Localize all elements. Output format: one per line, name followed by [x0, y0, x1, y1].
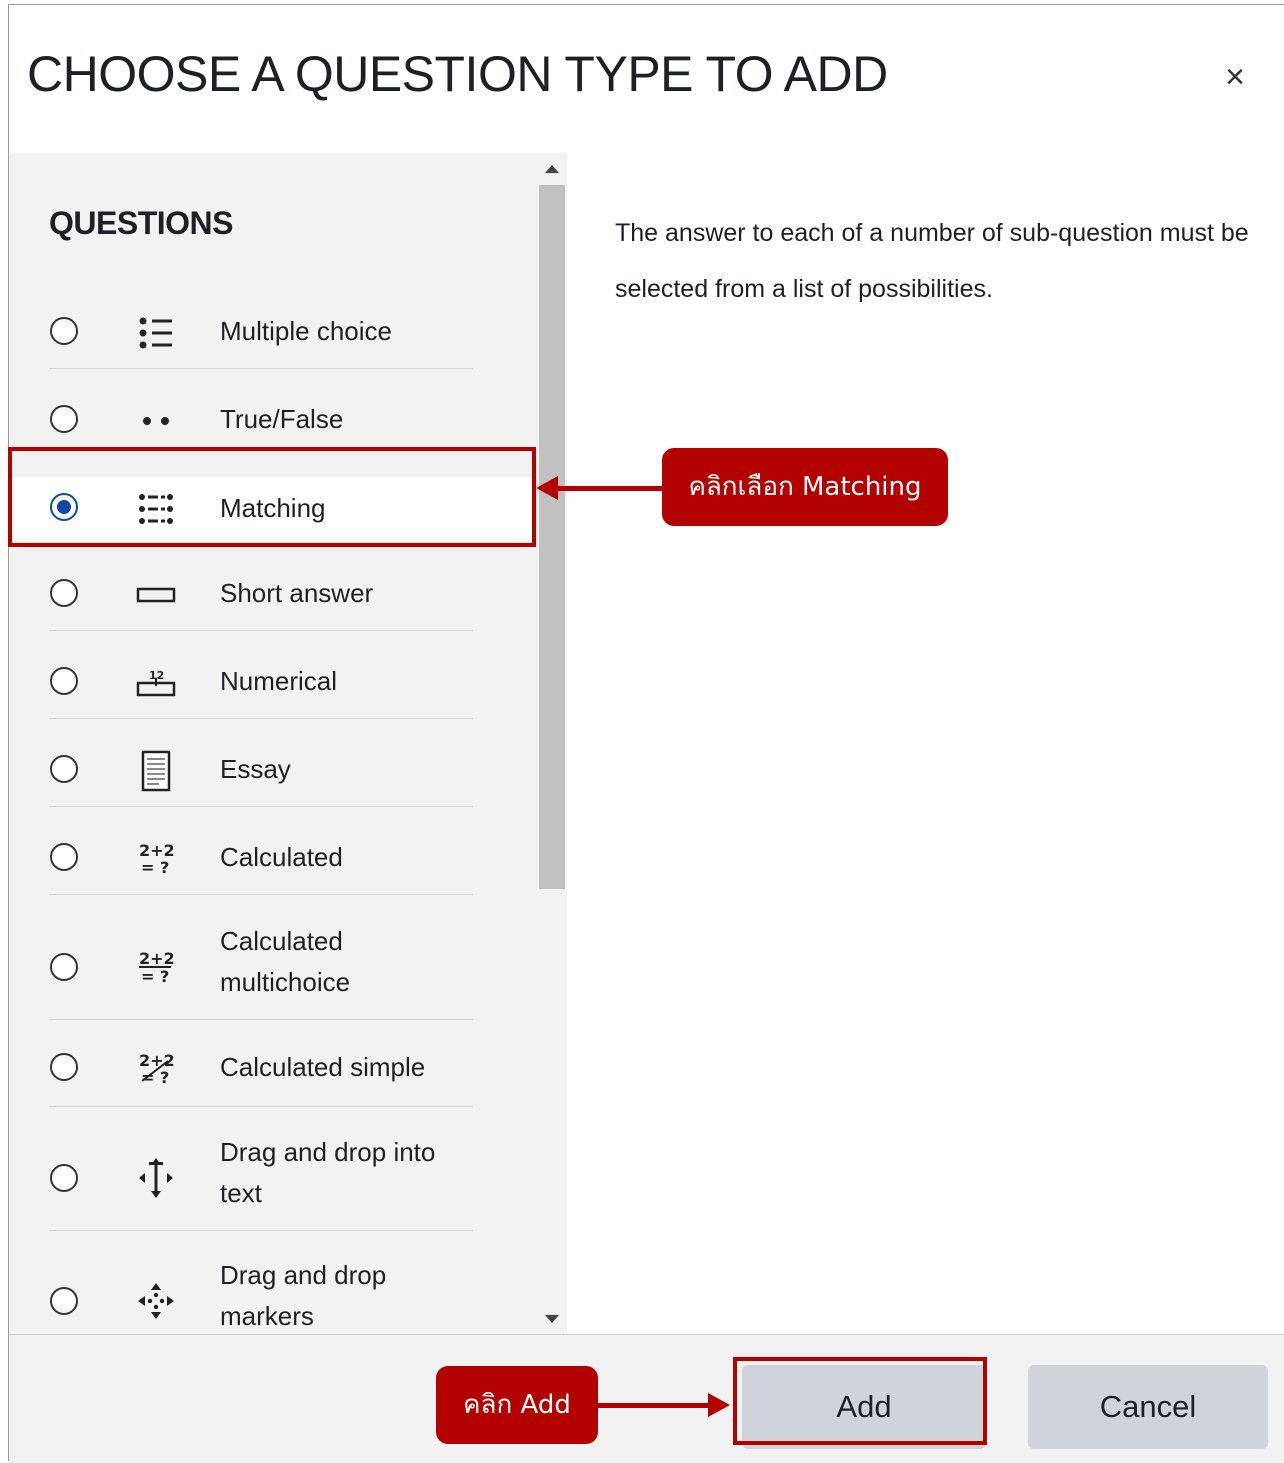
option-label: Short answer	[220, 578, 374, 608]
scrollbar-thumb[interactable]	[539, 185, 565, 889]
radio-matching[interactable]	[50, 493, 78, 521]
matching-arrow-head	[536, 476, 558, 500]
scroll-up-icon[interactable]	[545, 165, 559, 173]
dialog-header: CHOOSE A QUESTION TYPE TO ADD ×	[9, 5, 1284, 154]
divider	[49, 894, 473, 895]
essay-icon	[134, 749, 178, 793]
add-arrow-head	[708, 1393, 730, 1417]
close-icon[interactable]: ×	[1219, 55, 1251, 99]
radio-calculated-multichoice[interactable]	[50, 953, 78, 981]
matching-icon	[134, 487, 178, 531]
option-label: Essay	[220, 754, 291, 784]
option-essay[interactable]: Essay	[9, 741, 539, 801]
option-short-answer[interactable]: Short answer	[9, 565, 539, 625]
option-label-line1: Calculated	[220, 926, 343, 956]
option-drag-drop-markers[interactable]: Drag and drop markers	[9, 1249, 539, 1334]
divider	[49, 630, 473, 631]
drag-drop-markers-icon	[134, 1279, 178, 1323]
drag-drop-text-icon	[134, 1156, 178, 1200]
dialog-footer: Add Cancel	[9, 1334, 1284, 1463]
option-label: Multiple choice	[220, 316, 392, 346]
option-drag-drop-text[interactable]: Drag and drop into text	[9, 1126, 539, 1230]
multiple-choice-icon	[134, 311, 178, 355]
questions-section-title: QUESTIONS	[49, 205, 233, 241]
calculated-icon: 2+2 = ?	[134, 837, 178, 881]
matching-arrow-line	[556, 486, 664, 491]
cancel-button[interactable]: Cancel	[1028, 1365, 1268, 1449]
radio-true-false[interactable]	[50, 405, 78, 433]
add-arrow-line	[598, 1403, 710, 1408]
option-label-line2: markers	[220, 1301, 314, 1331]
svg-text:= ?: = ?	[141, 858, 169, 877]
radio-numerical[interactable]	[50, 667, 78, 695]
option-label-line2: multichoice	[220, 967, 351, 997]
question-type-description: The answer to each of a number of sub-qu…	[615, 219, 1249, 303]
option-label: True/False	[220, 404, 344, 434]
description-panel: The answer to each of a number of sub-qu…	[567, 153, 1284, 1334]
divider	[49, 718, 473, 719]
option-true-false[interactable]: True/False	[9, 391, 539, 451]
option-label: Calculated simple	[220, 1052, 426, 1082]
option-multiple-choice[interactable]: Multiple choice	[9, 303, 539, 363]
dialog-title: CHOOSE A QUESTION TYPE TO ADD	[27, 46, 888, 102]
option-calculated[interactable]: 2+2 = ? Calculated	[9, 829, 539, 889]
option-matching[interactable]: Matching	[9, 477, 535, 541]
short-answer-icon	[134, 573, 178, 617]
svg-text:2+2: 2+2	[139, 949, 175, 968]
option-calculated-multichoice[interactable]: 2+2 = ? Calculated multichoice	[9, 915, 539, 1019]
option-label-line2: text	[220, 1178, 262, 1208]
calculated-simple-icon: 2+2 = ?	[134, 1047, 178, 1091]
svg-text:= ?: = ?	[141, 967, 169, 986]
numerical-icon: 12	[134, 661, 178, 705]
divider	[49, 1019, 473, 1020]
radio-essay[interactable]	[50, 755, 78, 783]
add-button[interactable]: Add	[742, 1365, 986, 1449]
option-label: Matching	[220, 493, 326, 523]
add-callout: คลิก Add	[436, 1366, 598, 1444]
option-label: Numerical	[220, 666, 338, 696]
divider	[49, 1230, 473, 1231]
question-types-panel: QUESTIONS Multiple choice True/False Mat…	[9, 153, 567, 1334]
divider	[49, 368, 473, 369]
option-label-line1: Drag and drop into	[220, 1137, 436, 1167]
radio-calculated-simple[interactable]	[50, 1053, 78, 1081]
divider	[49, 806, 473, 807]
radio-multiple-choice[interactable]	[50, 317, 78, 345]
radio-drag-drop-markers[interactable]	[50, 1287, 78, 1315]
option-numerical[interactable]: 12 Numerical	[9, 653, 539, 713]
radio-calculated[interactable]	[50, 843, 78, 871]
calculated-multichoice-icon: 2+2 = ?	[134, 945, 178, 989]
option-label-line1: Drag and drop	[220, 1260, 387, 1290]
radio-short-answer[interactable]	[50, 579, 78, 607]
true-false-icon	[134, 399, 178, 443]
divider	[49, 1106, 473, 1107]
matching-callout: คลิกเลือก Matching	[662, 448, 948, 526]
option-label: Calculated	[220, 842, 343, 872]
radio-drag-drop-text[interactable]	[50, 1164, 78, 1192]
scroll-down-icon[interactable]	[545, 1315, 559, 1323]
question-type-dialog: CHOOSE A QUESTION TYPE TO ADD × QUESTION…	[8, 4, 1284, 1463]
option-calculated-simple[interactable]: 2+2 = ? Calculated simple	[9, 1039, 539, 1099]
